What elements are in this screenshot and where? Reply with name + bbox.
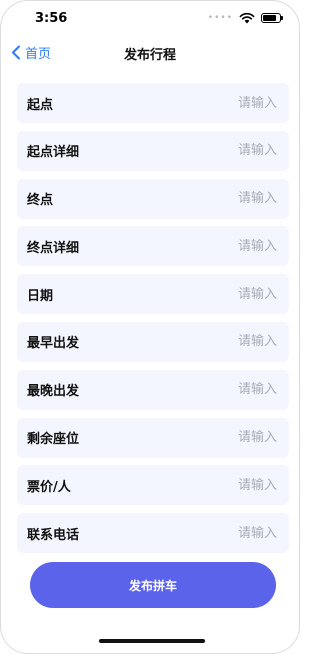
field-input[interactable] — [157, 238, 277, 254]
field-input[interactable] — [157, 95, 277, 111]
cellular-signal-icon: •••• — [207, 13, 233, 23]
phone-frame: 3:56 •••• 首页 发布行程 起点起点详细终点终点详细日期最早出发最晚出发… — [0, 0, 300, 654]
field-input[interactable] — [157, 525, 277, 541]
field-label: 联系电话 — [27, 527, 80, 543]
field-label: 起点 — [27, 97, 54, 113]
field-label: 剩余座位 — [27, 432, 80, 448]
battery-icon — [261, 13, 283, 23]
field-input[interactable] — [157, 143, 277, 159]
field-input[interactable] — [157, 430, 277, 446]
status-bar: 3:56 •••• — [1, 1, 299, 37]
form-row: 终点 — [17, 178, 289, 219]
form-row: 起点详细 — [17, 130, 289, 171]
trip-form: 起点起点详细终点终点详细日期最早出发最晚出发剩余座位票价/人联系电话 — [17, 83, 289, 561]
wifi-icon — [239, 12, 255, 24]
field-label: 终点详细 — [27, 240, 80, 256]
field-label: 最早出发 — [27, 336, 80, 352]
home-indicator — [99, 639, 205, 643]
form-row: 最早出发 — [17, 321, 289, 362]
form-row: 最晚出发 — [17, 369, 289, 410]
field-input[interactable] — [157, 477, 277, 493]
form-row: 剩余座位 — [17, 417, 289, 458]
field-input[interactable] — [157, 191, 277, 207]
form-row: 终点详细 — [17, 226, 289, 267]
page-title: 发布行程 — [123, 48, 176, 63]
form-row: 日期 — [17, 274, 289, 315]
field-label: 票价/人 — [27, 479, 71, 495]
field-input[interactable] — [157, 286, 277, 302]
field-label: 日期 — [27, 288, 54, 304]
form-row: 票价/人 — [17, 465, 289, 506]
field-label: 终点 — [27, 193, 54, 209]
field-label: 起点详细 — [27, 145, 80, 161]
status-time: 3:56 — [35, 11, 68, 26]
publish-carpool-button[interactable]: 发布拼车 — [30, 562, 276, 608]
form-row: 起点 — [17, 83, 289, 123]
status-icons: •••• — [207, 12, 283, 24]
field-input[interactable] — [157, 382, 277, 398]
form-row: 联系电话 — [17, 513, 289, 554]
field-label: 最晚出发 — [27, 384, 80, 400]
navigation-bar: 首页 发布行程 — [1, 37, 299, 67]
field-input[interactable] — [157, 334, 277, 350]
